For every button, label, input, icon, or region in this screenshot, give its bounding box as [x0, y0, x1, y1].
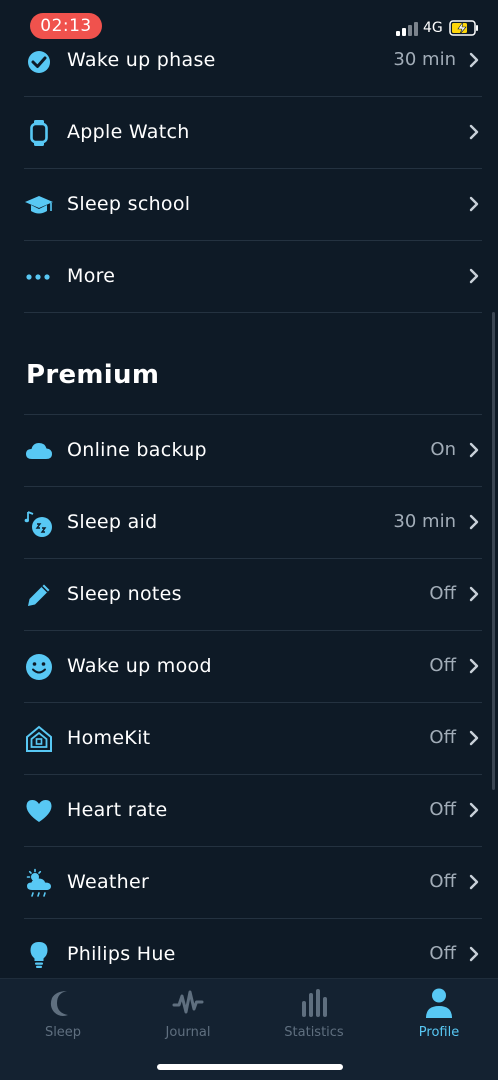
ellipsis-icon	[26, 274, 50, 280]
chevron-right-icon	[469, 514, 479, 530]
graduation-cap-icon	[25, 196, 53, 214]
smiley-icon	[26, 654, 52, 680]
row-label: Heart rate	[67, 799, 168, 821]
alarm-check-icon	[28, 51, 50, 73]
chevron-right-icon	[469, 946, 479, 962]
chevron-right-icon	[469, 586, 479, 602]
row-label: Wake up phase	[67, 49, 216, 71]
row-value: Off	[429, 871, 456, 892]
pulse-icon	[172, 990, 204, 1014]
row-value: Off	[429, 655, 456, 676]
row-online-backup[interactable]: Online backup On	[0, 414, 498, 486]
bar-chart-icon	[302, 989, 327, 1017]
music-moon-icon	[24, 511, 52, 537]
network-type: 4G	[423, 20, 443, 36]
status-bar: 02:13 4G	[0, 0, 498, 50]
watch-icon	[30, 120, 48, 146]
row-label: Sleep school	[67, 193, 191, 215]
row-wake-up-mood[interactable]: Wake up mood Off	[0, 630, 498, 702]
section-title-premium: Premium	[26, 360, 160, 390]
row-value: Off	[429, 583, 456, 604]
row-value: Off	[429, 799, 456, 820]
row-sleep-school[interactable]: Sleep school	[0, 168, 498, 240]
cellular-signal-icon	[396, 22, 418, 36]
row-label: Apple Watch	[67, 121, 190, 143]
weather-icon	[26, 868, 51, 897]
chevron-right-icon	[469, 730, 479, 746]
home-icon	[26, 725, 52, 752]
chevron-right-icon	[469, 196, 479, 212]
row-label: Sleep notes	[67, 583, 182, 605]
row-label: Online backup	[67, 439, 207, 461]
pencil-icon	[28, 584, 50, 606]
lightbulb-icon	[30, 942, 48, 968]
chevron-right-icon	[469, 124, 479, 140]
tab-journal[interactable]: Journal	[133, 987, 243, 1047]
row-sleep-notes[interactable]: Sleep notes Off	[0, 558, 498, 630]
chevron-right-icon	[469, 52, 479, 68]
row-homekit[interactable]: HomeKit Off	[0, 702, 498, 774]
row-label: Sleep aid	[67, 511, 158, 533]
tab-statistics[interactable]: Statistics	[259, 987, 369, 1047]
person-icon	[426, 988, 452, 1018]
cloud-icon	[26, 443, 52, 459]
row-value: 30 min	[393, 511, 456, 532]
screen: 02:13 4G Wake up phase 30 min Apple Watc…	[0, 0, 498, 1080]
home-indicator[interactable]	[157, 1064, 343, 1070]
chevron-right-icon	[469, 268, 479, 284]
row-value: Off	[429, 727, 456, 748]
tab-label: Journal	[165, 1025, 211, 1040]
tab-profile[interactable]: Profile	[384, 987, 494, 1047]
tab-label: Statistics	[284, 1025, 344, 1040]
row-label: Philips Hue	[67, 943, 176, 965]
status-time: 02:13	[30, 13, 102, 39]
row-more[interactable]: More	[0, 240, 498, 312]
row-apple-watch[interactable]: Apple Watch	[0, 96, 498, 168]
chevron-right-icon	[469, 658, 479, 674]
row-heart-rate[interactable]: Heart rate Off	[0, 774, 498, 846]
row-label: Wake up mood	[67, 655, 212, 677]
row-label: More	[67, 265, 116, 287]
tab-sleep[interactable]: Sleep	[8, 987, 118, 1047]
row-value: On	[430, 439, 456, 460]
row-sleep-aid[interactable]: Sleep aid 30 min	[0, 486, 498, 558]
tab-label: Profile	[418, 1025, 460, 1040]
divider	[24, 312, 482, 313]
row-value: 30 min	[393, 49, 456, 70]
scrollbar[interactable]	[492, 312, 495, 790]
row-label: Weather	[67, 871, 150, 893]
moon-icon	[50, 991, 68, 1016]
row-label: HomeKit	[67, 727, 151, 749]
row-value: Off	[429, 943, 456, 964]
chevron-right-icon	[469, 874, 479, 890]
heart-icon	[26, 800, 52, 822]
battery-charging-icon	[449, 20, 478, 36]
row-weather[interactable]: Weather Off	[0, 846, 498, 918]
chevron-right-icon	[469, 802, 479, 818]
tab-label: Sleep	[44, 1025, 82, 1040]
chevron-right-icon	[469, 442, 479, 458]
